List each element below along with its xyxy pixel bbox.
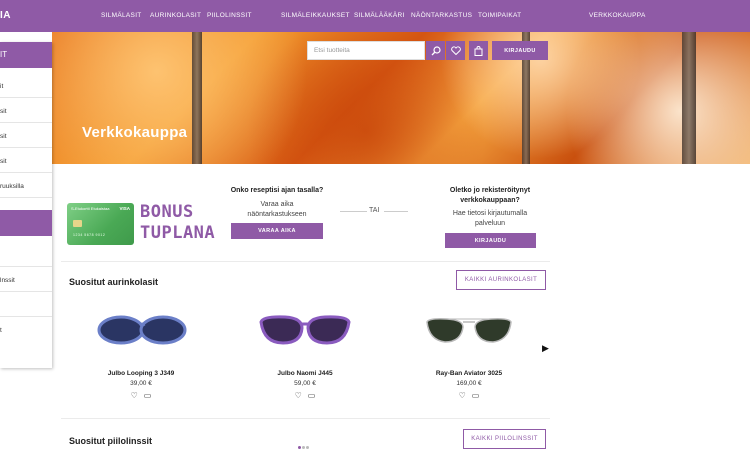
- sunglasses-image: [97, 315, 187, 345]
- hero-tree-trunk: [192, 32, 202, 164]
- bonus-tuplana-text: BONUS TUPLANA: [140, 202, 215, 244]
- prescription-text: Varaa aika näöntarkastukseen: [247, 201, 307, 218]
- product-card[interactable]: Julbo Naomi J445 59,00 € ♡ ▭: [240, 305, 370, 405]
- cart-icon[interactable]: ▭: [472, 391, 480, 400]
- registered-text: Hae tietosi kirjautumalla palveluun: [452, 210, 528, 227]
- hero-title: Verkkokauppa: [82, 124, 188, 141]
- all-sunglasses-button[interactable]: KAIKKI AURINKOLASIT: [456, 270, 546, 290]
- product-actions: ♡ ▭: [76, 391, 206, 400]
- chevron-right-icon[interactable]: ▶: [542, 343, 549, 354]
- product-price: 59,00 €: [294, 380, 316, 387]
- cart-icon[interactable]: ▭: [144, 391, 152, 400]
- divider: [61, 261, 550, 262]
- wishlist-button[interactable]: [446, 41, 465, 60]
- product-card[interactable]: Julbo Looping 3 J349 39,00 € ♡ ▭: [76, 305, 206, 405]
- divider: [340, 211, 367, 212]
- sidebar-item[interactable]: ruuksilla: [0, 174, 52, 198]
- product-actions: ♡ ▭: [404, 391, 534, 400]
- sidebar-item[interactable]: sit: [0, 99, 52, 123]
- login-button[interactable]: KIRJAUDU: [492, 41, 548, 60]
- sidebar-item[interactable]: lnssit: [0, 268, 52, 292]
- divider: [384, 211, 408, 212]
- nav-link-toimipaikat[interactable]: TOIMIPAIKAT: [478, 12, 521, 19]
- product-name[interactable]: Julbo Naomi J445: [240, 370, 370, 377]
- or-text: TAI: [369, 207, 380, 214]
- prescription-question: Onko reseptisi ajan tasalla?: [230, 187, 324, 194]
- product-card[interactable]: Ray-Ban Aviator 3025 169,00 € ♡ ▭: [404, 305, 534, 405]
- card-chip-icon: [73, 220, 82, 227]
- bonus-card-image: S-Etukortti Etukaistaa VISA 1234 5678 90…: [67, 203, 134, 245]
- top-navigation: IA SILMÄLASIT AURINKOLASIT PIILOLINSSIT …: [0, 0, 750, 32]
- product-name[interactable]: Ray-Ban Aviator 3025: [404, 370, 534, 377]
- nav-link-aurinkolasit[interactable]: AURINKOLASIT: [150, 12, 201, 19]
- sidebar-item[interactable]: sit: [0, 149, 52, 173]
- sunglasses-image: [426, 318, 512, 343]
- nav-link-naontarkastus[interactable]: NÄÖNTARKASTUS: [411, 12, 472, 19]
- nav-link-piilolinssit[interactable]: PIILOLINSSIT: [207, 12, 252, 19]
- sidebar-item[interactable]: [0, 243, 52, 267]
- cart-icon[interactable]: ▭: [308, 391, 316, 400]
- nav-link-silmalaakari[interactable]: SILMÄLÄÄKÄRI: [354, 12, 405, 19]
- carousel-dot[interactable]: [306, 446, 309, 449]
- book-appointment-button[interactable]: VARAA AIKA: [231, 223, 323, 239]
- hero-tree-trunk: [682, 32, 696, 164]
- divider: [61, 418, 550, 419]
- sidebar-item[interactable]: [0, 293, 52, 317]
- card-number: 1234 5678 9012: [73, 233, 106, 237]
- all-contacts-button[interactable]: KAIKKI PIILOLINSSIT: [463, 429, 546, 449]
- sidebar-item[interactable]: it: [0, 74, 52, 98]
- heart-icon[interactable]: ♡: [131, 391, 138, 400]
- product-price: 169,00 €: [456, 380, 482, 387]
- search-input[interactable]: Etsi tuotteita: [307, 41, 425, 60]
- sidebar-heading[interactable]: IT: [0, 42, 52, 68]
- registered-question: Oletko jo rekisteröitynyt verkkokauppaan…: [449, 187, 531, 204]
- promo-login-button[interactable]: KIRJAUDU: [445, 233, 536, 248]
- category-sidebar: IT it sit sit sit ruuksilla lnssit t: [0, 42, 52, 368]
- nav-link-verkkokauppa[interactable]: VERKKOKAUPPA: [589, 12, 646, 19]
- cart-icon: [474, 45, 483, 56]
- sidebar-item[interactable]: sit: [0, 124, 52, 148]
- cart-button[interactable]: [469, 41, 488, 60]
- heart-icon[interactable]: ♡: [295, 391, 302, 400]
- nav-link-silmalasit[interactable]: SILMÄLASIT: [101, 12, 142, 19]
- section-title-sunglasses: Suositut aurinkolasit: [69, 277, 159, 287]
- nav-link-silmaleikkaukset[interactable]: SILMÄLEIKKAUKSET: [281, 12, 350, 19]
- sidebar-heading-2[interactable]: [0, 210, 52, 236]
- bonus-line-1: BONUS: [140, 202, 194, 222]
- logo[interactable]: IA: [0, 10, 11, 21]
- product-price: 39,00 €: [130, 380, 152, 387]
- visa-logo: VISA: [119, 206, 130, 211]
- bonus-line-2: TUPLANA: [140, 223, 216, 243]
- sunglasses-image: [259, 315, 351, 345]
- heart-icon: [450, 46, 461, 55]
- sidebar-item[interactable]: t: [0, 318, 52, 342]
- search-button[interactable]: [426, 41, 445, 60]
- product-name[interactable]: Julbo Looping 3 J349: [76, 370, 206, 377]
- carousel-dot[interactable]: [302, 446, 305, 449]
- carousel-dot[interactable]: [298, 446, 301, 449]
- search-icon: [431, 45, 441, 55]
- product-actions: ♡ ▭: [240, 391, 370, 400]
- card-label: S-Etukortti Etukaistaa: [71, 206, 110, 211]
- carousel-dots: [298, 436, 310, 450]
- heart-icon[interactable]: ♡: [459, 391, 466, 400]
- section-title-contacts: Suositut piilolinssit: [69, 436, 152, 446]
